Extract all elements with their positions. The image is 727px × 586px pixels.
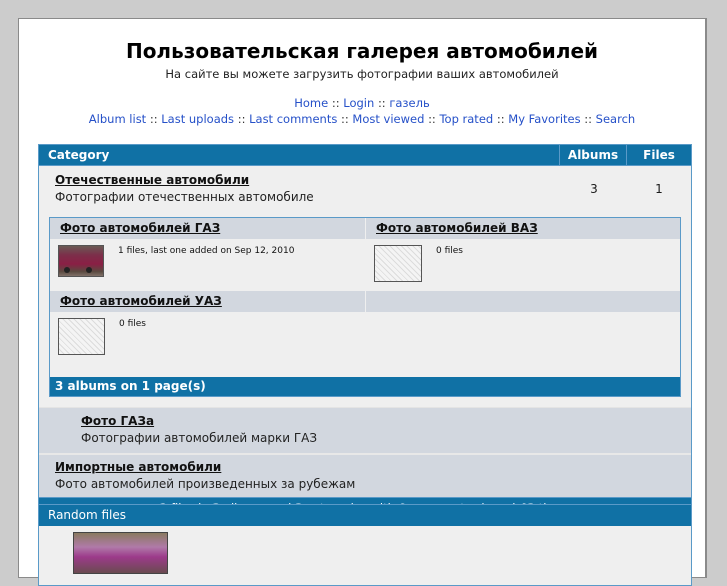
random-file-thumbnail[interactable] — [73, 532, 168, 574]
nav-search-link[interactable]: Search — [596, 112, 636, 126]
nav-login-link[interactable]: Login — [343, 96, 374, 110]
nav-top-rated-link[interactable]: Top rated — [439, 112, 493, 126]
nav-album-list-link[interactable]: Album list — [89, 112, 146, 126]
album-title-link[interactable]: Фото автомобилей ВАЗ — [366, 218, 680, 239]
table-header: Category Albums Files — [39, 145, 691, 166]
nav-separator: :: — [584, 112, 596, 126]
nav-separator: :: — [428, 112, 440, 126]
nav-separator: :: — [149, 112, 162, 126]
nav-separator: :: — [496, 112, 509, 126]
nav-separator: :: — [331, 96, 344, 110]
header-files: Files — [643, 148, 675, 162]
random-files-panel: Random files — [38, 504, 692, 586]
subcategory-row: Фото ГАЗа Фотографии автомобилей марки Г… — [39, 407, 691, 453]
album-thumbnail[interactable] — [58, 245, 104, 277]
category-description: Фото автомобилей произведенных за рубежа… — [55, 477, 356, 491]
album-title-link[interactable]: Фото автомобилей ГАЗ — [50, 218, 365, 239]
album-thumbnail-placeholder[interactable] — [58, 318, 105, 355]
site-header: Пользовательская галерея автомобилей На … — [19, 19, 705, 127]
nav-user-link[interactable]: газель — [389, 96, 429, 110]
category-link[interactable]: Импортные автомобили — [55, 459, 691, 476]
subcategory-description: Фотографии автомобилей марки ГАЗ — [81, 431, 318, 445]
header-albums: Albums — [560, 145, 627, 165]
category-row: Отечественные автомобили Фотографии отеч… — [39, 166, 691, 211]
nav-last-uploads-link[interactable]: Last uploads — [161, 112, 234, 126]
nav-separator: :: — [237, 112, 250, 126]
albums-pagination: 3 albums on 1 page(s) — [50, 377, 680, 396]
nav-home-link[interactable]: Home — [294, 96, 328, 110]
nav-my-favorites-link[interactable]: My Favorites — [508, 112, 580, 126]
page-container: Пользовательская галерея автомобилей На … — [18, 18, 707, 586]
category-description: Фотографии отечественных автомобиле — [55, 190, 314, 204]
album-title-link[interactable]: Фото автомобилей УАЗ — [50, 291, 365, 312]
nav-last-comments-link[interactable]: Last comments — [249, 112, 337, 126]
random-files-title: Random files — [39, 505, 691, 526]
nav-most-viewed-link[interactable]: Most viewed — [352, 112, 424, 126]
category-row: Импортные автомобили Фото автомобилей пр… — [39, 453, 691, 497]
album-thumbnail-placeholder[interactable] — [374, 245, 422, 282]
album-meta: 0 files — [119, 319, 146, 329]
category-files-count: 1 — [655, 182, 663, 196]
header-category: Category — [39, 145, 560, 165]
album-empty-cell — [365, 291, 680, 377]
category-link[interactable]: Отечественные автомобили — [55, 172, 561, 189]
album-item: Фото автомобилей УАЗ 0 files — [50, 291, 365, 377]
nav-separator: :: — [377, 96, 390, 110]
subcategory-link[interactable]: Фото ГАЗа — [81, 413, 691, 430]
nav-separator: :: — [341, 112, 353, 126]
site-description: На сайте вы можете загрузить фотографии … — [165, 67, 559, 81]
album-meta: 0 files — [436, 246, 463, 256]
nav-row-2: Album list :: Last uploads :: Last comme… — [19, 111, 705, 127]
top-nav: Home :: Login :: газель Album list :: La… — [19, 95, 705, 127]
album-meta: 1 files, last one added on Sep 12, 2010 — [118, 246, 295, 256]
album-item: Фото автомобилей ГАЗ 1 files, last one a… — [50, 218, 365, 291]
album-grid: Фото автомобилей ГАЗ 1 files, last one a… — [49, 217, 681, 397]
nav-row-1: Home :: Login :: газель — [19, 95, 705, 111]
site-title: Пользовательская галерея автомобилей — [125, 39, 599, 63]
category-table: Category Albums Files Отечественные авто… — [38, 144, 692, 519]
album-item: Фото автомобилей ВАЗ 0 files — [365, 218, 680, 291]
category-albums-count: 3 — [590, 182, 598, 196]
